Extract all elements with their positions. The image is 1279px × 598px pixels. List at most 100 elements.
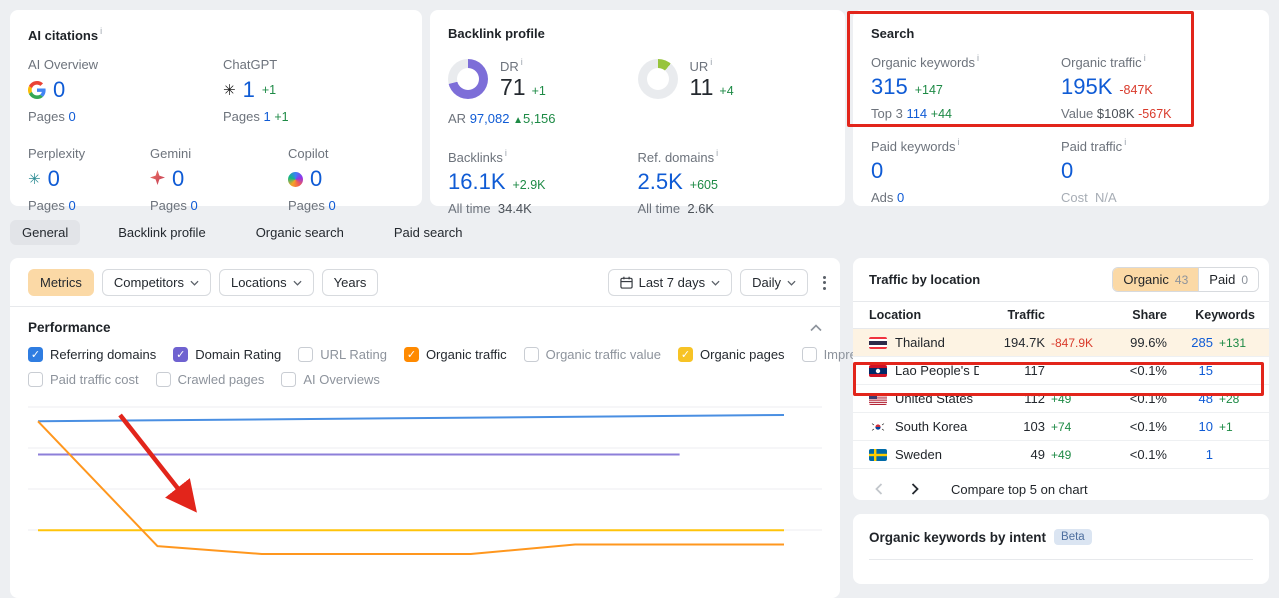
info-icon[interactable] bbox=[710, 57, 712, 67]
paid-keywords-label: Paid keywords bbox=[871, 139, 956, 154]
toggle-organic[interactable]: Organic 43 bbox=[1113, 268, 1199, 291]
pages-value[interactable]: 0 bbox=[329, 198, 336, 213]
table-row-south-korea[interactable]: South Korea 103 +74 <0.1% 10 +1 bbox=[853, 413, 1269, 441]
chart-toolbar: Metrics Competitors Locations Years Last… bbox=[10, 258, 840, 307]
chart-line-organic-traffic[interactable] bbox=[37, 420, 784, 555]
checkbox-domain-rating[interactable]: Domain Rating bbox=[173, 347, 281, 362]
info-icon[interactable] bbox=[958, 137, 960, 147]
keywords-value[interactable]: 15 bbox=[1173, 363, 1213, 378]
info-icon[interactable] bbox=[100, 26, 102, 36]
ref-domains-value[interactable]: 2.5K bbox=[638, 169, 683, 195]
table-row-sweden[interactable]: Sweden 49 +49 <0.1% 1 bbox=[853, 441, 1269, 469]
backlinks-value[interactable]: 16.1K bbox=[448, 169, 506, 195]
checkbox-crawled-pages[interactable]: Crawled pages bbox=[155, 372, 264, 387]
performance-line-chart[interactable] bbox=[10, 388, 840, 566]
chevron-down-icon bbox=[293, 280, 302, 286]
checkbox-box[interactable] bbox=[523, 347, 539, 362]
organic-label: Organic bbox=[1123, 272, 1169, 287]
metrics-label: Metrics bbox=[40, 275, 82, 290]
tab-paid-search[interactable]: Paid search bbox=[382, 220, 475, 245]
metric-value[interactable]: 1 bbox=[243, 77, 255, 103]
pages-value[interactable]: 0 bbox=[69, 198, 76, 213]
metric-delta: +1 bbox=[261, 83, 277, 97]
locations-dropdown[interactable]: Locations bbox=[218, 269, 314, 296]
metrics-button[interactable]: Metrics bbox=[28, 269, 94, 296]
header-location: Location bbox=[869, 308, 922, 322]
info-icon[interactable] bbox=[1124, 137, 1126, 147]
location-label: South Korea bbox=[895, 419, 968, 434]
metric-value[interactable]: 0 bbox=[310, 166, 322, 192]
checkbox-box[interactable] bbox=[28, 372, 43, 387]
pages-label: Pages bbox=[28, 109, 65, 124]
pages-value[interactable]: 0 bbox=[191, 198, 198, 213]
checkbox-box[interactable] bbox=[298, 347, 314, 362]
paid-keywords-value[interactable]: 0 bbox=[871, 158, 883, 184]
info-icon[interactable] bbox=[716, 148, 718, 158]
toggle-paid[interactable]: Paid 0 bbox=[1198, 268, 1258, 291]
info-icon[interactable] bbox=[521, 57, 523, 67]
date-range-dropdown[interactable]: Last 7 days bbox=[607, 269, 733, 296]
checkbox-organic-traffic-value[interactable]: Organic traffic value bbox=[523, 347, 661, 362]
pages-value[interactable]: 0 bbox=[69, 109, 76, 124]
keywords-value[interactable]: 10 bbox=[1173, 419, 1213, 434]
checkbox-referring-domains[interactable]: Referring domains bbox=[28, 347, 156, 362]
tab-backlink-profile[interactable]: Backlink profile bbox=[106, 220, 217, 245]
metric-value[interactable]: 0 bbox=[53, 77, 65, 103]
tab-general[interactable]: General bbox=[10, 220, 81, 245]
dr-donut-chart bbox=[448, 59, 488, 99]
table-row-laos[interactable]: Lao People's Democratic Rep 117 <0.1% 15 bbox=[853, 357, 1269, 385]
ur-label: UR bbox=[689, 59, 709, 74]
value-delta: -567K bbox=[1138, 107, 1172, 121]
checkbox-ai-overviews[interactable]: AI Overviews bbox=[281, 372, 380, 387]
keywords-value[interactable]: 48 bbox=[1173, 391, 1213, 406]
granularity-dropdown[interactable]: Daily bbox=[740, 269, 808, 296]
checkbox-box[interactable] bbox=[678, 347, 693, 362]
checkbox-paid-traffic-cost[interactable]: Paid traffic cost bbox=[28, 372, 139, 387]
ar-value[interactable]: 97,082 bbox=[470, 111, 510, 126]
checkbox-box[interactable] bbox=[173, 347, 189, 362]
checkbox-box[interactable] bbox=[155, 372, 171, 387]
location-table: Location Traffic Share Keywords Thailand… bbox=[853, 302, 1269, 469]
previous-page-icon[interactable] bbox=[869, 479, 889, 499]
flag-south-korea-icon bbox=[869, 420, 887, 433]
traffic-delta: +74 bbox=[1051, 419, 1072, 434]
pages-value[interactable]: 1 bbox=[264, 109, 271, 124]
checkbox-url-rating[interactable]: URL Rating bbox=[298, 347, 387, 362]
ar-label: AR bbox=[448, 111, 467, 126]
organic-traffic-value[interactable]: 195K bbox=[1061, 74, 1112, 100]
share-value: <0.1% bbox=[1129, 391, 1167, 406]
table-row-thailand[interactable]: Thailand 194.7K -847.9K 99.6% 285 +131 bbox=[853, 329, 1269, 357]
metric-value[interactable]: 0 bbox=[48, 166, 60, 192]
date-range-label: Last 7 days bbox=[638, 275, 706, 290]
organic-keywords-value[interactable]: 315 bbox=[871, 74, 908, 100]
top3-value[interactable]: 114 bbox=[906, 106, 927, 121]
years-button[interactable]: Years bbox=[321, 269, 379, 296]
checkbox-box[interactable] bbox=[403, 347, 419, 362]
checkbox-organic-traffic[interactable]: Organic traffic bbox=[403, 347, 507, 362]
more-options-kebab-icon[interactable] bbox=[822, 275, 826, 290]
info-icon[interactable] bbox=[1144, 53, 1146, 63]
checkbox-box[interactable] bbox=[28, 347, 43, 362]
checkbox-box[interactable] bbox=[801, 347, 817, 362]
keywords-value[interactable]: 1 bbox=[1173, 447, 1213, 462]
info-icon[interactable] bbox=[977, 53, 979, 63]
alltime-label: All time bbox=[637, 201, 681, 216]
next-page-icon[interactable] bbox=[905, 479, 925, 499]
info-icon[interactable] bbox=[505, 148, 507, 158]
paid-traffic-value[interactable]: 0 bbox=[1061, 158, 1073, 184]
competitors-dropdown[interactable]: Competitors bbox=[101, 269, 211, 296]
backlink-profile-card: Backlink profile DR 71 +1 AR 97,082 ▲5,15… bbox=[430, 10, 845, 216]
flag-united-states-icon bbox=[869, 392, 887, 405]
keywords-value[interactable]: 285 bbox=[1173, 335, 1213, 350]
chevron-down-icon bbox=[190, 280, 199, 286]
checkbox-organic-pages[interactable]: Organic pages bbox=[678, 347, 785, 362]
compare-top5-link[interactable]: Compare top 5 on chart bbox=[951, 482, 1088, 497]
metric-value[interactable]: 0 bbox=[172, 166, 184, 192]
tab-organic-search[interactable]: Organic search bbox=[244, 220, 356, 245]
checkbox-box[interactable] bbox=[281, 372, 297, 387]
traffic-value: 103 bbox=[1023, 419, 1045, 434]
collapse-chevron-up-icon[interactable] bbox=[810, 323, 822, 332]
chart-line-referring-domains[interactable] bbox=[37, 414, 785, 423]
ads-value[interactable]: 0 bbox=[897, 190, 904, 205]
table-row-united-states[interactable]: United States 112 +49 <0.1% 48 +28 bbox=[853, 385, 1269, 413]
